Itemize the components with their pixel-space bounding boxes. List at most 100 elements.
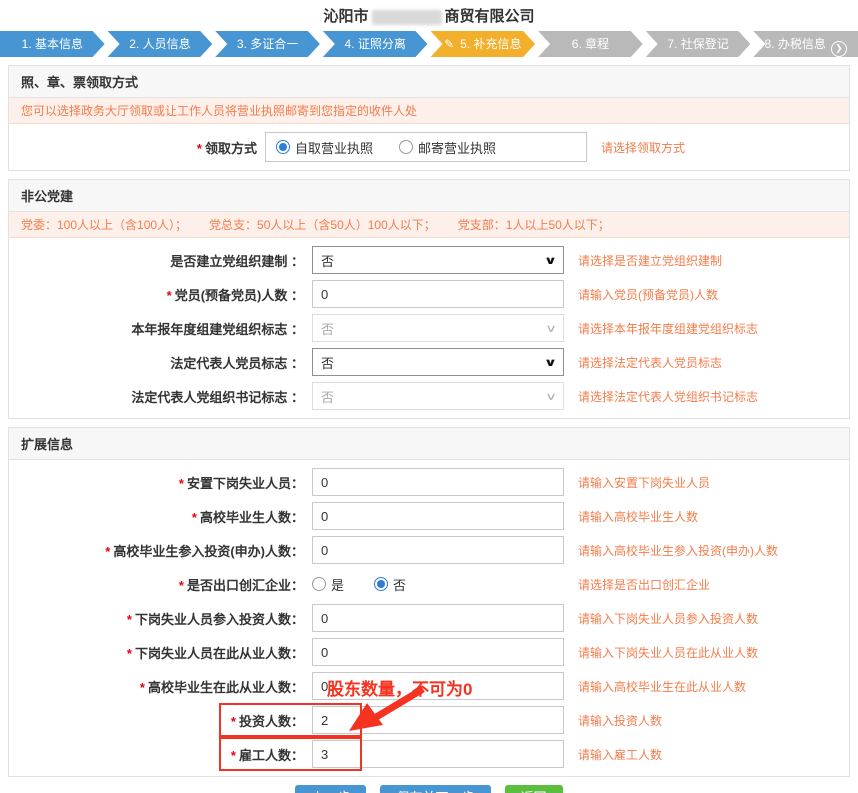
tab-label: 8. 办税信息	[765, 37, 826, 51]
field-label: 投资人数：	[239, 714, 304, 729]
tab-label: 1. 基本信息	[22, 37, 83, 51]
company-name-prefix: 沁阳市	[323, 8, 368, 25]
laid-off-employed-input[interactable]	[312, 638, 564, 666]
save-next-button[interactable]: 保存并下一步	[380, 785, 490, 793]
pickup-options-box: 自取营业执照 邮寄营业执照	[265, 132, 587, 162]
tab-step-5-supplementary-active[interactable]: ✎5. 补充信息	[431, 31, 536, 57]
graduate-count-input[interactable]	[312, 502, 564, 530]
tab-step-4-cert-separation[interactable]: 4. 证照分离	[323, 31, 428, 57]
legal-rep-secretary-flag-select: 否∨	[312, 382, 564, 410]
chevron-down-icon: ∨	[545, 322, 557, 335]
required-asterisk: *	[140, 680, 145, 695]
form-row-legal-rep-party-member: 法定代表人党员标志 ： 否∨ 请选择法定代表人党员标志	[9, 345, 849, 379]
field-hint: 请选择法定代表人党员标志	[578, 354, 722, 371]
circle-chevron-icon: ❯	[831, 41, 847, 57]
field-hint: 请输入下岗失业人员参入投资人数	[578, 610, 758, 627]
radio-export-no[interactable]: 否	[374, 575, 406, 594]
tab-step-1-basic-info[interactable]: 1. 基本信息	[0, 31, 105, 57]
tab-label: 7. 社保登记	[667, 37, 728, 51]
section-extended-info: 扩展信息 * 安置下岗失业人员： 请输入安置下岗失业人员 * 高校毕业生人数： 请输…	[8, 427, 850, 777]
tab-label: 4. 证照分离	[345, 37, 406, 51]
laid-off-resettled-input[interactable]	[312, 468, 564, 496]
radio-label: 邮寄营业执照	[418, 138, 496, 157]
field-hint: 请选择领取方式	[601, 139, 685, 156]
graduate-employed-input[interactable]	[312, 672, 564, 700]
form-row-laid-off-investors: *下岗失业人员参入投资人数： 请输入下岗失业人员参入投资人数	[9, 601, 849, 635]
field-hint: 请选择是否出口创汇企业	[578, 576, 710, 593]
field-hint: 请输入高校毕业生在此从业人数	[578, 678, 746, 695]
form-row-investor-count: *投资人数： 请输入投资人数	[9, 703, 849, 737]
radio-unselected-icon	[399, 140, 413, 154]
form-row-graduate-employed: *高校毕业生在此从业人数： 股东数量，不可为0 请输入高校毕业生在此从业人数	[9, 669, 849, 703]
section-header: 照、章、票领取方式	[9, 66, 849, 98]
form-row-laid-off-employed: *下岗失业人员在此从业人数： 请输入下岗失业人员在此从业人数	[9, 635, 849, 669]
radio-selected-icon	[374, 577, 388, 591]
tab-label: 2. 人员信息	[129, 37, 190, 51]
redacted-text	[372, 10, 442, 25]
radio-label: 自取营业执照	[295, 138, 373, 157]
form-row-employee-count: *雇工人数： 请输入雇工人数	[9, 737, 849, 771]
field-hint: 请选择是否建立党组织建制	[578, 252, 722, 269]
party-member-count-input[interactable]	[312, 280, 564, 308]
field-label: 是否建立党组织建制 ：	[170, 254, 304, 269]
field-label: 安置下岗失业人员：	[187, 476, 304, 491]
field-hint: 请输入雇工人数	[578, 746, 662, 763]
field-label: 党员(预备党员)人数 ：	[175, 288, 304, 303]
radio-label: 是	[331, 575, 344, 594]
field-label: 法定代表人党员标志 ：	[170, 356, 304, 371]
field-hint: 请输入高校毕业生人数	[578, 508, 698, 525]
tab-label: 5. 补充信息	[460, 37, 521, 51]
tab-step-8-tax-info[interactable]: 8. 办税信息 ❯	[753, 31, 858, 57]
chevron-down-icon: ∨	[545, 390, 557, 403]
party-org-flag-select[interactable]: 否∨	[312, 246, 564, 274]
form-row-graduate-investors: *高校毕业生参入投资(申办)人数： 请输入高校毕业生参入投资(申办)人数	[9, 533, 849, 567]
radio-unselected-icon	[312, 577, 326, 591]
notice-part: 党总支：50人以上（含50人）100人以下；	[209, 218, 436, 232]
field-label: 法定代表人党组织书记标志 ：	[131, 390, 304, 405]
notice-part: 党委：100人以上（含100人）；	[21, 218, 187, 232]
employee-count-input[interactable]	[312, 740, 564, 768]
graduate-investors-input[interactable]	[312, 536, 564, 564]
notice-part: 党支部：1人以上50人以下；	[458, 218, 610, 232]
required-asterisk: *	[179, 578, 184, 593]
laid-off-investors-input[interactable]	[312, 604, 564, 632]
required-asterisk: *	[231, 748, 236, 763]
field-hint: 请输入高校毕业生参入投资(申办)人数	[578, 542, 778, 559]
radio-self-pickup[interactable]: 自取营业执照	[276, 138, 373, 157]
field-hint: 请输入党员(预备党员)人数	[578, 286, 718, 303]
field-label: 高校毕业生在此从业人数：	[148, 680, 304, 695]
prev-step-button[interactable]: 上一步	[295, 785, 366, 793]
form-row-pickup-method: *领取方式 自取营业执照 邮寄营业执照 请选择领取方式	[9, 129, 849, 165]
select-value: 否	[321, 387, 334, 406]
tab-step-2-personnel[interactable]: 2. 人员信息	[108, 31, 213, 57]
field-hint: 请选择法定代表人党组织书记标志	[578, 388, 758, 405]
investor-count-input[interactable]	[312, 706, 564, 734]
required-asterisk: *	[127, 612, 132, 627]
field-label: 高校毕业生人数：	[200, 510, 304, 525]
required-asterisk: *	[127, 646, 132, 661]
chevron-down-icon: ∨	[544, 356, 557, 369]
tab-step-7-social-security[interactable]: 7. 社保登记	[646, 31, 751, 57]
required-asterisk: *	[231, 714, 236, 729]
back-button[interactable]: 返回	[505, 785, 563, 793]
radio-mail-license[interactable]: 邮寄营业执照	[399, 138, 496, 157]
legal-rep-party-member-select[interactable]: 否∨	[312, 348, 564, 376]
field-hint: 请输入安置下岗失业人员	[578, 474, 710, 491]
form-row-export-enterprise: *是否出口创汇企业： 是 否 请选择是否出口创汇企业	[9, 567, 849, 601]
section-license-pickup: 照、章、票领取方式 您可以选择政务大厅领取或让工作人员将营业执照邮寄到您指定的收…	[8, 65, 850, 171]
field-label: 下岗失业人员参入投资人数：	[135, 612, 304, 627]
required-asterisk: *	[105, 544, 110, 559]
step-navigation: 1. 基本信息 2. 人员信息 3. 多证合一 4. 证照分离 ✎5. 补充信息…	[0, 31, 858, 57]
radio-export-yes[interactable]: 是	[312, 575, 344, 594]
tab-step-6-charter[interactable]: 6. 章程	[538, 31, 643, 57]
tab-step-3-multi-cert[interactable]: 3. 多证合一	[215, 31, 320, 57]
select-value: 否	[321, 251, 334, 270]
tab-label: 3. 多证合一	[237, 37, 298, 51]
required-asterisk: *	[167, 288, 172, 303]
field-label: 高校毕业生参入投资(申办)人数：	[113, 544, 304, 559]
section-header: 扩展信息	[9, 428, 849, 460]
section-header: 非公党建	[9, 180, 849, 212]
radio-selected-icon	[276, 140, 290, 154]
field-hint: 请选择本年报年度组建党组织标志	[578, 320, 758, 337]
form-row-party-org-flag: 是否建立党组织建制 ： 否∨ 请选择是否建立党组织建制	[9, 243, 849, 277]
